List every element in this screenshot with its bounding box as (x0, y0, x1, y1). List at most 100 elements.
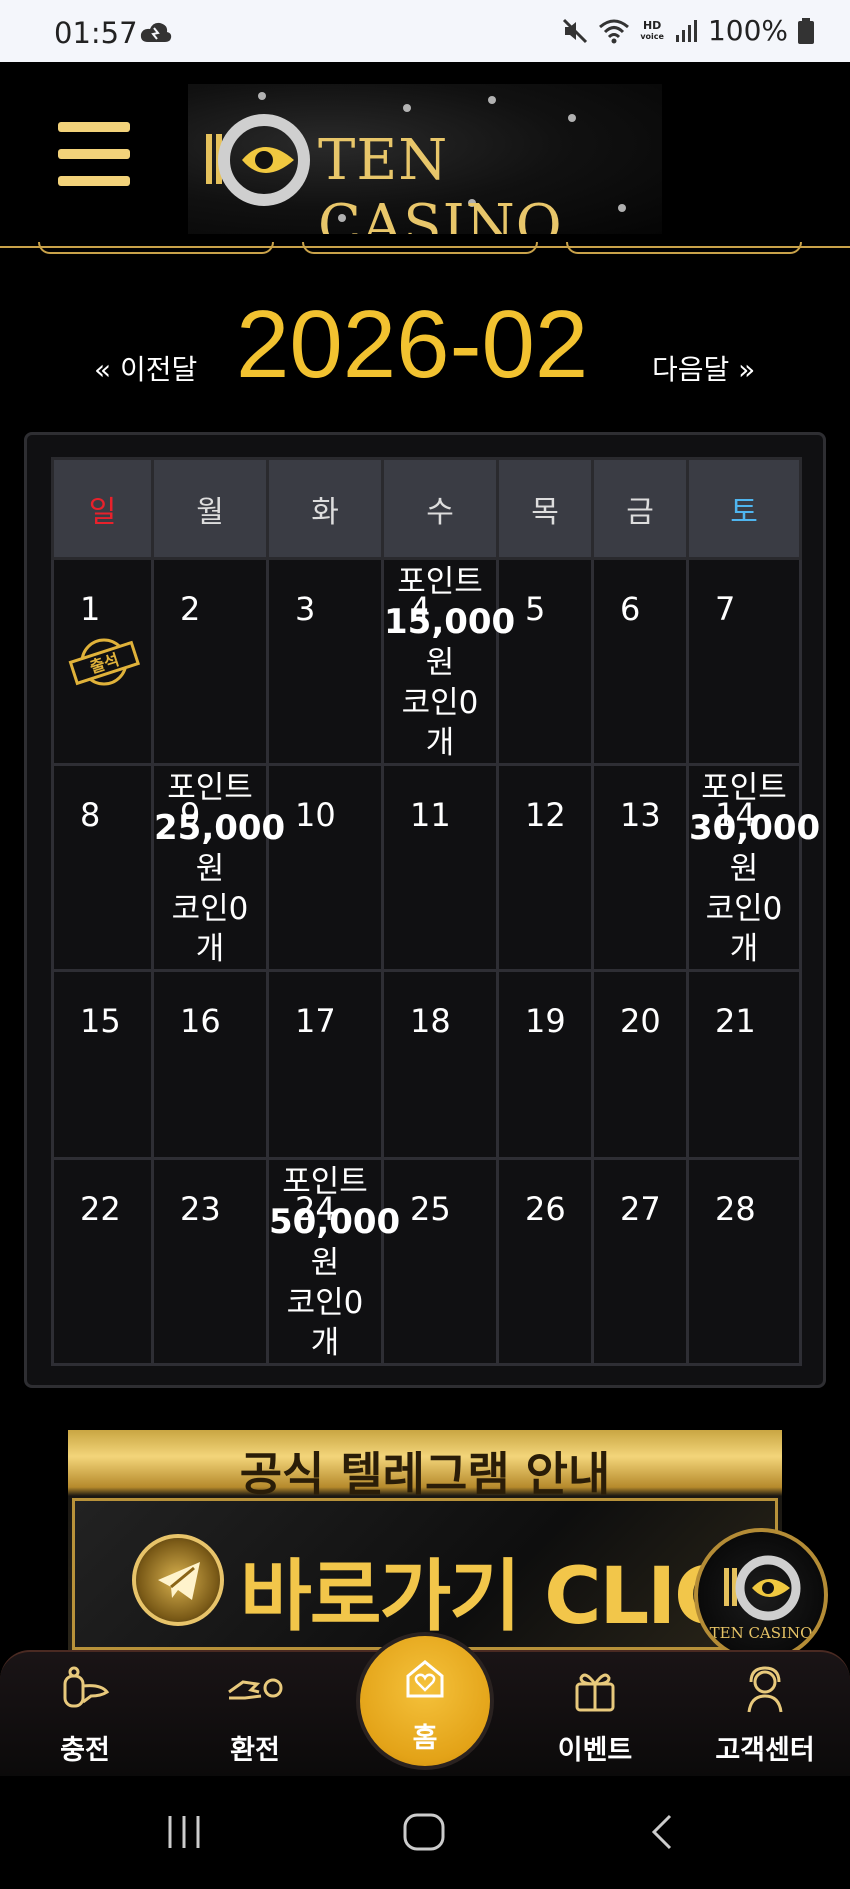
coin-unit: 개 (310, 1325, 340, 1361)
calendar-day-cell[interactable]: 6 (591, 557, 689, 766)
calendar-day-cell[interactable]: 19 (496, 969, 594, 1160)
calendar-day-cell[interactable]: 18 (381, 969, 499, 1160)
point-reward: 포인트 30,000 원 코인0 개 (689, 768, 820, 969)
day-number: 25 (410, 1190, 451, 1228)
cloud-icon (140, 22, 172, 42)
brand-logo[interactable]: TEN CASINO (188, 84, 662, 234)
nav-event-label: 이벤트 (557, 1735, 633, 1766)
calendar-day-cell[interactable]: 24 포인트 50,000 원 코인0 개 (266, 1157, 400, 1366)
weekday-sat: 토 (686, 457, 802, 560)
calendar-day-cell[interactable]: 7 (686, 557, 802, 766)
calendar-day-cell[interactable]: 20 (591, 969, 689, 1160)
recent-apps-icon[interactable] (164, 1812, 204, 1856)
calendar-day-cell[interactable]: 10 (266, 763, 384, 972)
day-number: 18 (410, 1002, 451, 1040)
calendar-day-cell[interactable]: 1 출석 (51, 557, 154, 766)
calendar-day-cell[interactable]: 12 (496, 763, 594, 972)
calendar-week-row: 22 23 24 포인트 50,000 원 코인0 개 25 26 27 28 (51, 1157, 802, 1366)
coin-unit: 개 (195, 931, 225, 967)
month-navigation: « 이전달 2026-02 다음달 » (0, 290, 850, 400)
back-icon[interactable] (648, 1812, 678, 1856)
point-reward: 포인트 15,000 원 코인0 개 (384, 562, 515, 763)
point-label: 포인트 (282, 1164, 368, 1200)
status-icons: HD voice 100% (562, 14, 814, 47)
deposit-icon (63, 1666, 110, 1708)
calendar-day-cell[interactable]: 17 (266, 969, 384, 1160)
calendar-day-cell[interactable]: 2 (151, 557, 269, 766)
point-amount: 15,000 (384, 602, 516, 642)
day-number: 15 (80, 1002, 121, 1040)
calendar-day-cell[interactable]: 13 (591, 763, 689, 972)
prev-month-link[interactable]: « 이전달 (94, 348, 197, 388)
day-number: 5 (525, 590, 546, 628)
calendar-day-cell[interactable]: 15 (51, 969, 154, 1160)
nav-deposit-label: 충전 (60, 1735, 110, 1766)
day-number: 7 (715, 590, 736, 628)
home-circle-icon[interactable] (402, 1812, 446, 1856)
calendar-day-cell[interactable]: 26 (496, 1157, 594, 1366)
calendar-day-cell[interactable]: 28 (686, 1157, 802, 1366)
coin-count: 코인0 (401, 685, 479, 721)
day-number: 28 (715, 1190, 756, 1228)
day-number: 10 (295, 796, 336, 834)
nav-support[interactable]: 고객센터 (690, 1652, 840, 1778)
logo-mark-icon (206, 114, 310, 206)
support-icon (747, 1666, 783, 1713)
next-month-link[interactable]: 다음달 » (652, 348, 755, 388)
coin-count: 코인0 (286, 1285, 364, 1321)
calendar-day-cell[interactable]: 11 (381, 763, 499, 972)
point-label: 포인트 (701, 770, 787, 806)
calendar-day-cell[interactable]: 3 (266, 557, 384, 766)
weekday-fri: 금 (591, 457, 689, 560)
weekday-mon: 월 (151, 457, 269, 560)
calendar-day-cell[interactable]: 4 포인트 15,000 원 코인0 개 (381, 557, 515, 766)
calendar-day-cell[interactable]: 23 (151, 1157, 269, 1366)
calendar-day-cell[interactable]: 25 (381, 1157, 499, 1366)
header-tab-pills (0, 242, 850, 256)
signal-icon (675, 19, 697, 42)
weekday-header-row: 일 월 화 수 목 금 토 (51, 457, 802, 560)
point-reward: 포인트 50,000 원 코인0 개 (269, 1162, 400, 1363)
withdraw-icon (228, 1678, 283, 1700)
floating-logo-icon (724, 1555, 801, 1621)
nav-home-label: 홈 (412, 1723, 438, 1754)
day-number: 20 (620, 1002, 661, 1040)
attendance-calendar: 일 월 화 수 목 금 토 1 출석 2 3 4 포인트 15,000 원 코인0 개 5 6 7 8 9 포… (24, 432, 826, 1388)
calendar-day-cell[interactable]: 16 (151, 969, 269, 1160)
point-label: 포인트 (167, 770, 253, 806)
telegram-banner[interactable]: 공식 텔레그램 안내 바로가기 CLICK (68, 1430, 782, 1650)
day-number: 23 (180, 1190, 221, 1228)
calendar-day-cell[interactable]: 21 (686, 969, 802, 1160)
status-bar: 01:57 HD voice 100% (0, 0, 850, 62)
day-number: 12 (525, 796, 566, 834)
day-number: 6 (620, 590, 641, 628)
point-label: 포인트 (397, 564, 483, 600)
hamburger-icon[interactable] (58, 122, 130, 186)
battery-icon (798, 17, 814, 44)
calendar-day-cell[interactable]: 9 포인트 25,000 원 코인0 개 (151, 763, 285, 972)
calendar-day-cell[interactable]: 14 포인트 30,000 원 코인0 개 (686, 763, 820, 972)
weekday-wed: 수 (381, 457, 499, 560)
calendar-day-cell[interactable]: 8 (51, 763, 154, 972)
day-number: 8 (80, 796, 101, 834)
weekday-tue: 화 (266, 457, 384, 560)
floating-logo-button[interactable]: TEN CASINO (694, 1528, 828, 1662)
calendar-day-cell[interactable]: 22 (51, 1157, 154, 1366)
hd-voice-icon: HD voice (640, 18, 664, 41)
calendar-day-cell[interactable]: 27 (591, 1157, 689, 1366)
point-unit: 원 (310, 1245, 340, 1281)
day-number: 1 (80, 590, 101, 628)
nav-event[interactable]: 이벤트 (520, 1652, 670, 1778)
telegram-icon (132, 1534, 224, 1626)
point-unit: 원 (195, 851, 225, 887)
current-month: 2026-02 (236, 291, 589, 398)
calendar-day-cell[interactable]: 5 (496, 557, 594, 766)
nav-deposit[interactable]: 충전 (10, 1652, 160, 1778)
point-amount: 25,000 (154, 808, 286, 848)
nav-withdraw[interactable]: 환전 (180, 1652, 330, 1778)
nav-home-button[interactable]: 홈 (360, 1636, 490, 1766)
brand-name: TEN CASINO (318, 128, 563, 234)
weekday-sun: 일 (51, 457, 154, 560)
coin-count: 코인0 (705, 891, 783, 927)
app-header: TEN CASINO (0, 62, 850, 254)
